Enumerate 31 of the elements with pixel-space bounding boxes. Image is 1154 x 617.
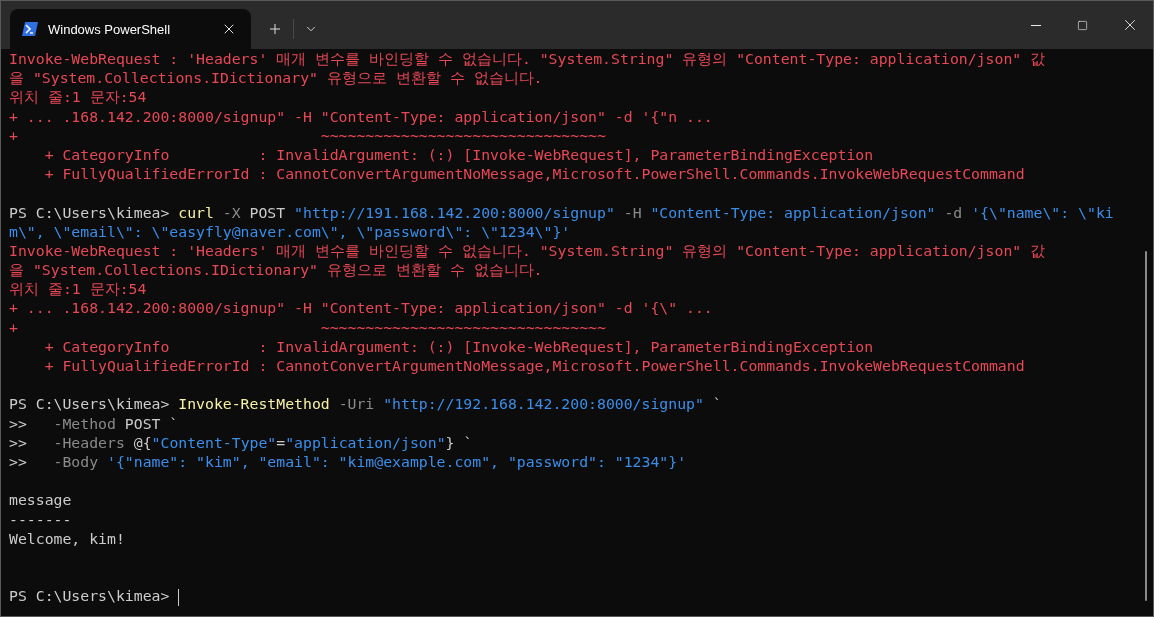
terminal-line: 을 "System.Collections.IDictionary" 유형으로 변환할 수 없습니다.: [9, 68, 544, 88]
terminal-tab[interactable]: Windows PowerShell: [10, 9, 251, 49]
maximize-icon: [1077, 19, 1088, 31]
minimize-icon: [1030, 24, 1041, 26]
powershell-icon: [22, 22, 38, 36]
terminal-line: m\", \"email\": \"easyfly@naver.com\", \"password\": \"1234\"}': [9, 221, 572, 241]
terminal-line: Welcome, kim!: [9, 528, 126, 548]
plus-icon: [267, 21, 283, 37]
terminal-line: 위치 줄:1 문자:54: [9, 279, 148, 299]
terminal-line: >> -Method POST `: [9, 413, 180, 433]
terminal-line: + FullyQualifiedErrorId : CannotConvertArgumentNoMessage,Microsoft.PowerShell.Commands.InvokeWebRequestCommand: [43, 356, 1026, 376]
prompt-line: PS C:\Users\kimea>: [9, 587, 171, 605]
terminal-line: -------: [9, 509, 73, 529]
terminal-line: 위치 줄:1 문자:54: [9, 87, 148, 107]
terminal-line: PS C:\Users\kimea> Invoke-RestMethod -Uri "http://192.168.142.200:8000/signup" `: [9, 394, 723, 414]
terminal-line: Invoke-WebRequest : 'Headers' 매개 변수를 바인딩할 수 없습니다. "System.String" 유형의 "Content-Type: application/json" 값: [9, 49, 1047, 69]
terminal-line: Invoke-WebRequest : 'Headers' 매개 변수를 바인딩할 수 없습니다. "System.String" 유형의 "Content-Type: application/json" 값: [9, 240, 1047, 261]
scrollbar[interactable]: [1145, 251, 1147, 601]
terminal-line: + ... .168.142.200:8000/signup" -H "Content-Type: application/json" -d '{"n ...: [9, 106, 714, 126]
terminal-line: >> -Headers @{"Content-Type"="application/json"} `: [9, 432, 474, 452]
terminal-line: + ~~~~~~~~~~~~~~~~~~~~~~~~~~~~~~~~: [9, 317, 607, 337]
terminal-line: + CategoryInfo : InvalidArgument: (:) [Invoke-WebRequest], ParameterBindingException: [43, 336, 875, 356]
terminal-line: + ~~~~~~~~~~~~~~~~~~~~~~~~~~~~~~~~: [9, 125, 607, 145]
terminal-line: + CategoryInfo : InvalidArgument: (:) [Invoke-WebRequest], ParameterBindingException: [43, 144, 875, 165]
terminal-line: >> -Body '{"name": "kim", "email": "kim@example.com", "password": "1234"}': [9, 451, 688, 472]
terminal-line: 을 "System.Collections.IDictionary" 유형으로 변환할 수 없습니다.: [9, 260, 544, 280]
terminal-line: + ... .168.142.200:8000/signup" -H "Content-Type: application/json" -d '{\" ...: [9, 298, 714, 318]
terminal-line: PS C:\Users\kimea> curl -X POST "http://191.168.142.200:8000/signup" -H "Content-Type: application/json" -d '{\"name\": \"ki: [9, 202, 1115, 222]
terminal-line: + FullyQualifiedErrorId : CannotConvertArgumentNoMessage,Microsoft.PowerShell.Commands.InvokeWebRequestCommand: [43, 164, 1026, 184]
terminal-line: message: [9, 490, 73, 510]
tab-title: Windows PowerShell: [48, 21, 172, 37]
